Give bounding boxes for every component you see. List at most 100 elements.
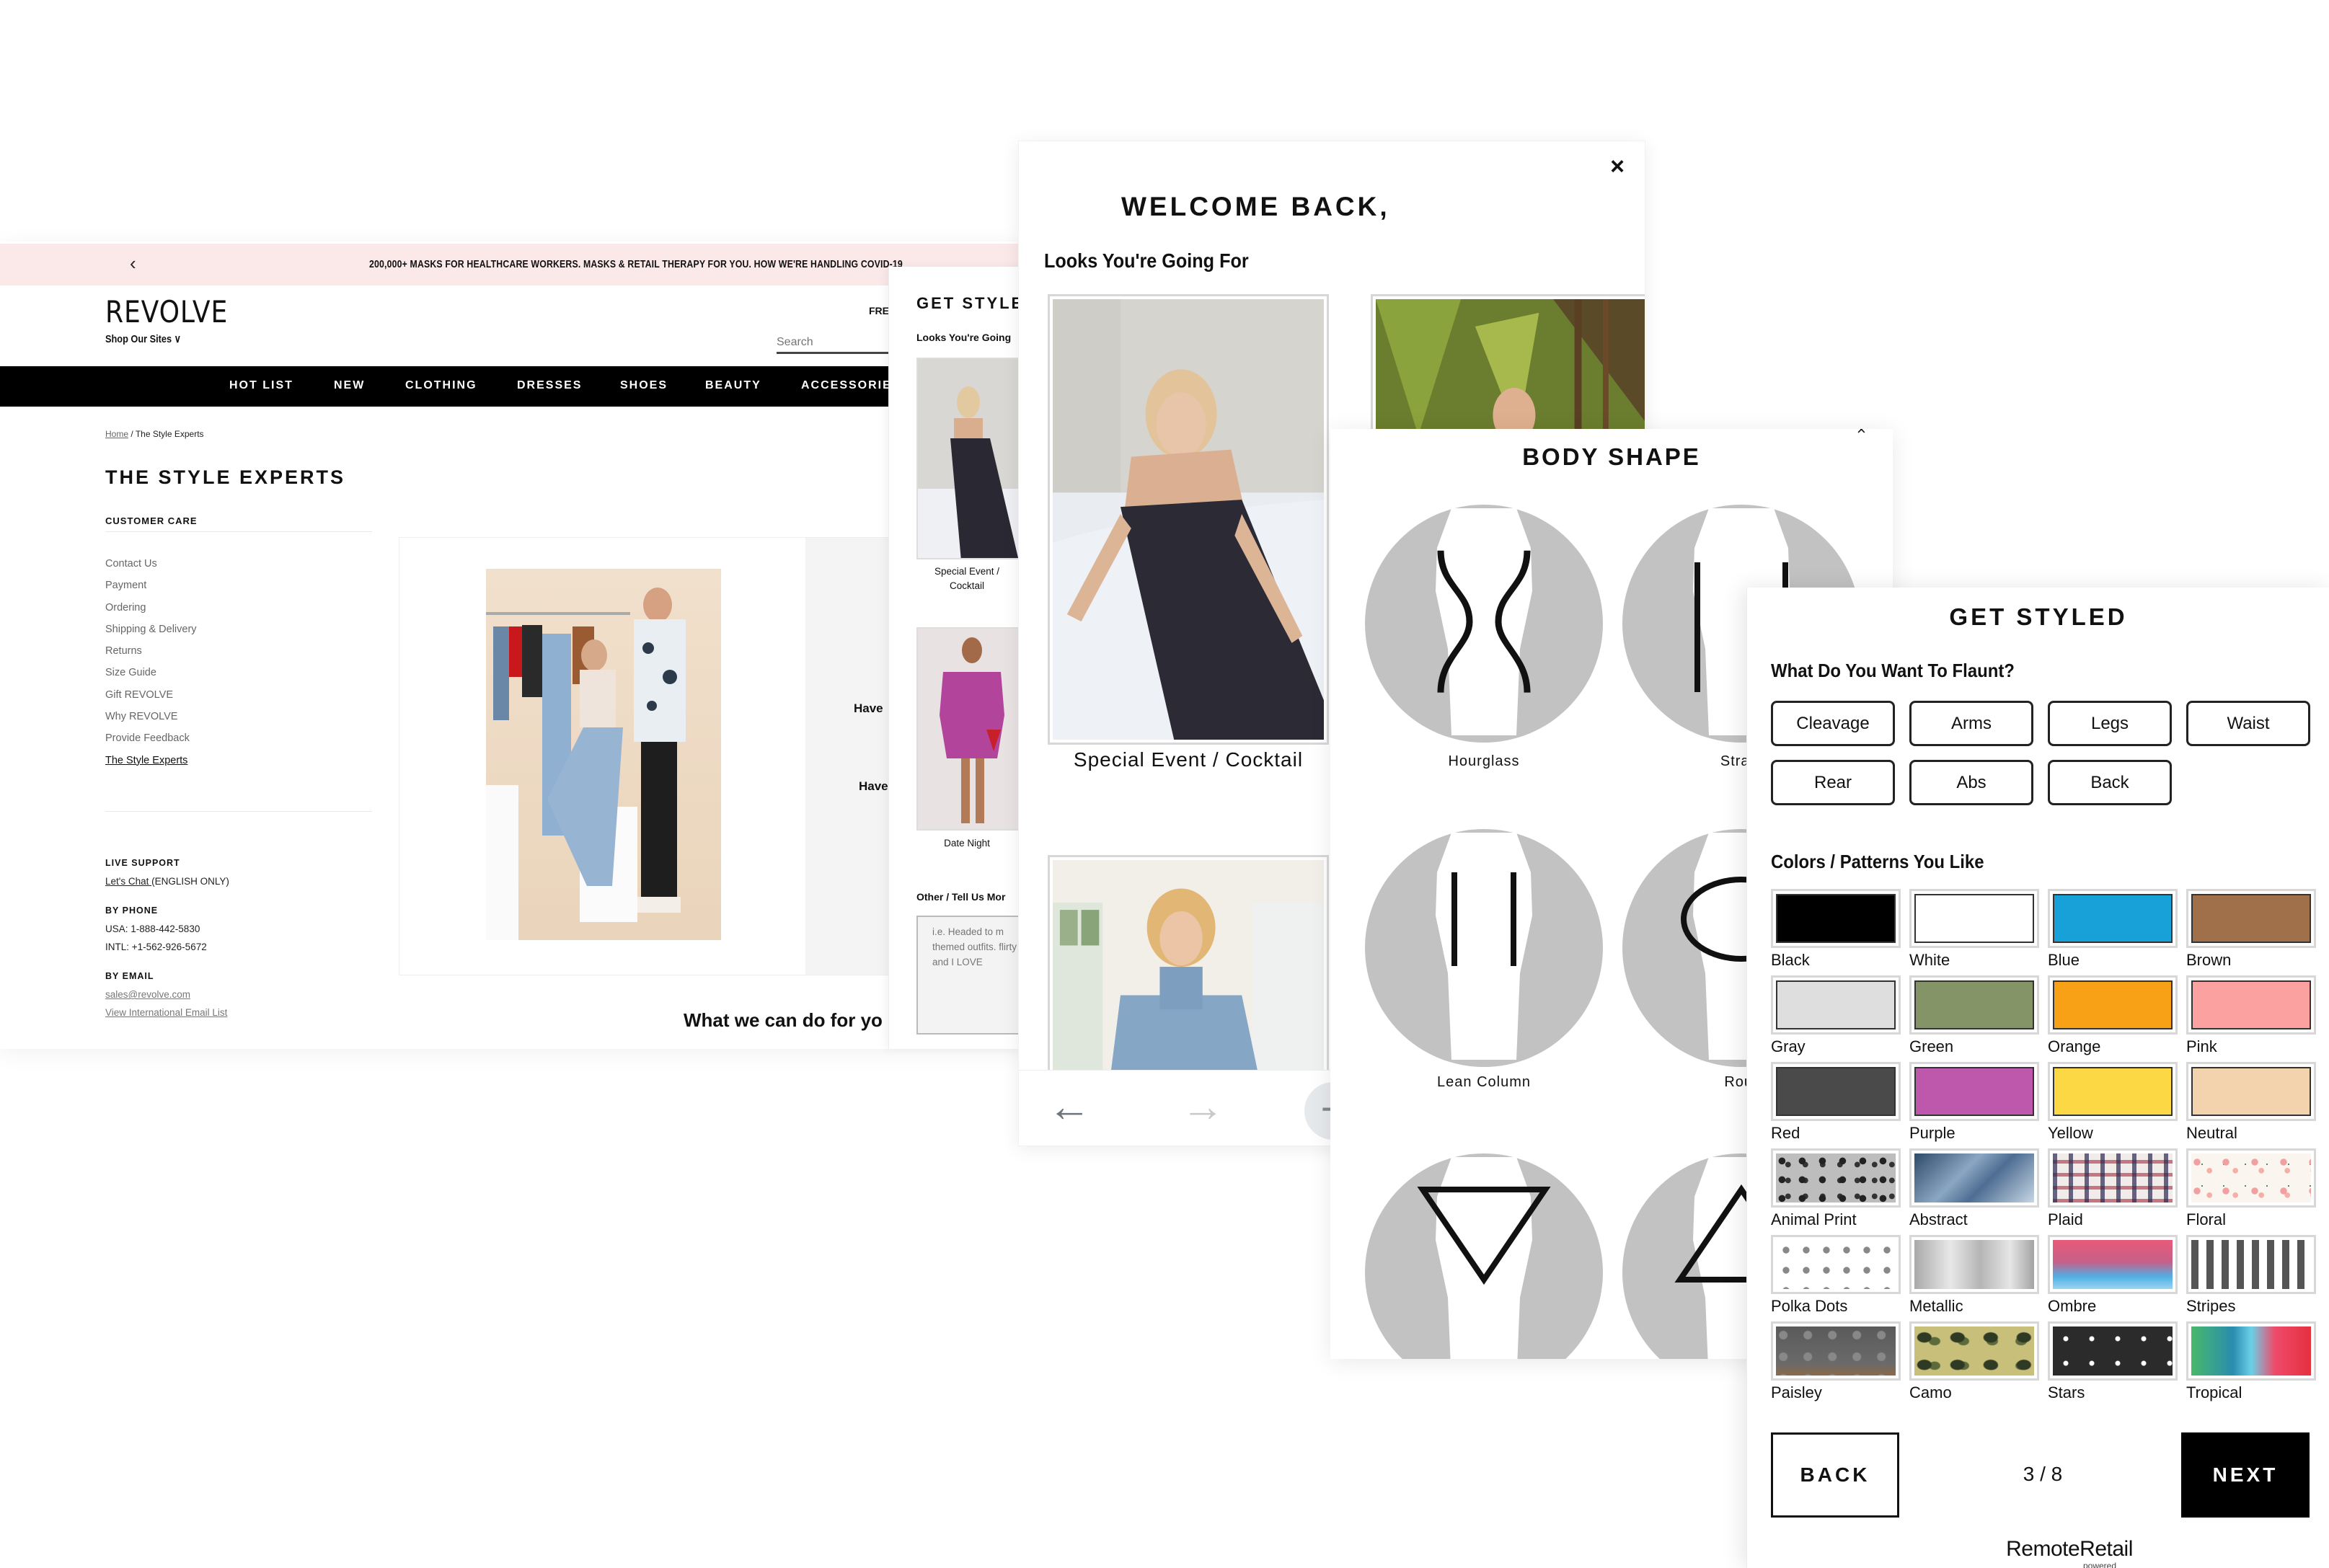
swatch-abstract[interactable]: Abstract — [1909, 1148, 2039, 1229]
flaunt-option-rear[interactable]: Rear — [1771, 760, 1895, 805]
sidebar-item-provide-feedback[interactable]: Provide Feedback — [105, 727, 197, 749]
swatch-blue[interactable]: Blue — [2048, 889, 2178, 970]
swatch-box[interactable] — [1909, 889, 2039, 948]
swatch-red[interactable]: Red — [1771, 1062, 1901, 1143]
arrow-left-icon[interactable]: ← — [1048, 1085, 1091, 1128]
swatch-paisley[interactable]: Paisley — [1771, 1321, 1901, 1402]
next-button[interactable]: NEXT — [2181, 1432, 2310, 1518]
swatch-animal-print[interactable]: Animal Print — [1771, 1148, 1901, 1229]
swatch-box[interactable] — [1771, 975, 1901, 1035]
close-icon[interactable]: × — [1610, 153, 1625, 181]
chat-note: (ENGLISH ONLY) — [151, 876, 229, 887]
chevron-left-icon[interactable]: ‹ — [130, 252, 136, 275]
promo-message[interactable]: 200,000+ MASKS FOR HEALTHCARE WORKERS. M… — [369, 258, 903, 270]
swatch-fill — [1914, 1153, 2034, 1202]
look-card-casual[interactable] — [1048, 855, 1329, 1086]
divider — [105, 811, 372, 812]
swatch-fill — [1776, 894, 1896, 943]
swatch-purple[interactable]: Purple — [1909, 1062, 2039, 1143]
swatch-neutral[interactable]: Neutral — [2186, 1062, 2316, 1143]
search-input[interactable] — [777, 332, 892, 354]
flaunt-option-arms[interactable]: Arms — [1909, 701, 2033, 746]
nav-shoes[interactable]: SHOES — [620, 379, 668, 392]
nav-hot-list[interactable]: HOT LIST — [229, 379, 293, 392]
close-icon[interactable]: × — [1857, 429, 1866, 439]
flaunt-option-waist[interactable]: Waist — [2186, 701, 2310, 746]
shop-our-sites-dropdown[interactable]: Shop Our Sites ∨ — [105, 332, 181, 345]
swatch-metallic[interactable]: Metallic — [1909, 1235, 2039, 1316]
arrow-right-icon[interactable]: → — [1181, 1085, 1224, 1128]
swatch-box[interactable] — [2048, 1321, 2178, 1381]
swatch-tropical[interactable]: Tropical — [2186, 1321, 2316, 1402]
swatch-box[interactable] — [1909, 975, 2039, 1035]
swatch-box[interactable] — [1909, 1148, 2039, 1208]
nav-beauty[interactable]: BEAUTY — [705, 379, 761, 392]
flaunt-option-back[interactable]: Back — [2048, 760, 2172, 805]
swatch-ombre[interactable]: Ombre — [2048, 1235, 2178, 1316]
swatch-pink[interactable]: Pink — [2186, 975, 2316, 1056]
body-shape-lean-column[interactable] — [1365, 829, 1603, 1067]
swatch-box[interactable] — [1909, 1235, 2039, 1294]
swatch-box[interactable] — [1771, 889, 1901, 948]
nav-new[interactable]: NEW — [334, 379, 365, 392]
swatch-brown[interactable]: Brown — [2186, 889, 2316, 970]
swatch-camo[interactable]: Camo — [1909, 1321, 2039, 1402]
swatch-box[interactable] — [1771, 1321, 1901, 1381]
nav-dresses[interactable]: DRESSES — [517, 379, 582, 392]
look-card-date-night[interactable] — [916, 627, 1025, 830]
lets-chat-link[interactable]: Let's Chat — [105, 876, 151, 887]
sidebar-item-contact-us[interactable]: Contact Us — [105, 553, 197, 575]
swatch-box[interactable] — [2186, 975, 2316, 1035]
swatch-gray[interactable]: Gray — [1771, 975, 1901, 1056]
swatch-stripes[interactable]: Stripes — [2186, 1235, 2316, 1316]
nav-accessories[interactable]: ACCESSORIES — [801, 379, 901, 392]
international-email-link[interactable]: View International Email List — [105, 1007, 227, 1018]
swatch-box[interactable] — [2186, 1062, 2316, 1121]
swatch-box[interactable] — [2186, 1321, 2316, 1381]
sidebar-item-why-revolve[interactable]: Why REVOLVE — [105, 706, 197, 727]
swatch-box[interactable] — [2186, 1235, 2316, 1294]
sidebar-item-payment[interactable]: Payment — [105, 575, 197, 596]
swatch-box[interactable] — [2186, 1148, 2316, 1208]
swatch-box[interactable] — [2048, 975, 2178, 1035]
swatch-box[interactable] — [2048, 1062, 2178, 1121]
sidebar-item-gift-revolve[interactable]: Gift REVOLVE — [105, 684, 197, 706]
swatch-box[interactable] — [2186, 889, 2316, 948]
swatch-floral[interactable]: Floral — [2186, 1148, 2316, 1229]
other-details-textarea[interactable] — [916, 916, 1025, 1035]
sidebar-item-returns[interactable]: Returns — [105, 640, 197, 662]
swatch-polka-dots[interactable]: Polka Dots — [1771, 1235, 1901, 1316]
swatch-box[interactable] — [1771, 1148, 1901, 1208]
swatch-box[interactable] — [1771, 1062, 1901, 1121]
body-shape-inverted-triangle[interactable] — [1365, 1153, 1603, 1359]
flaunt-option-legs[interactable]: Legs — [2048, 701, 2172, 746]
revolve-logo[interactable]: REVOLVE — [105, 294, 228, 329]
nav-clothing[interactable]: CLOTHING — [405, 379, 477, 392]
look-card-special-event[interactable] — [916, 358, 1025, 559]
flaunt-option-abs[interactable]: Abs — [1909, 760, 2033, 805]
swatch-orange[interactable]: Orange — [2048, 975, 2178, 1056]
sidebar-item-style-experts[interactable]: The Style Experts — [105, 750, 197, 771]
breadcrumb-home[interactable]: Home — [105, 429, 128, 439]
swatch-yellow[interactable]: Yellow — [2048, 1062, 2178, 1143]
swatch-box[interactable] — [1909, 1321, 2039, 1381]
sidebar-item-size-guide[interactable]: Size Guide — [105, 662, 197, 683]
sidebar-item-ordering[interactable]: Ordering — [105, 597, 197, 619]
swatch-green[interactable]: Green — [1909, 975, 2039, 1056]
swatch-stars[interactable]: Stars — [2048, 1321, 2178, 1402]
swatch-box[interactable] — [1771, 1235, 1901, 1294]
swatch-white[interactable]: White — [1909, 889, 2039, 970]
email-link[interactable]: sales@revolve.com — [105, 989, 190, 1000]
swatch-black[interactable]: Black — [1771, 889, 1901, 970]
back-button[interactable]: BACK — [1771, 1432, 1899, 1518]
look-card-special-event[interactable] — [1048, 294, 1329, 745]
swatch-label: Animal Print — [1771, 1210, 1857, 1228]
swatch-plaid[interactable]: Plaid — [2048, 1148, 2178, 1229]
swatch-box[interactable] — [2048, 1235, 2178, 1294]
swatch-box[interactable] — [2048, 1148, 2178, 1208]
swatch-box[interactable] — [1909, 1062, 2039, 1121]
flaunt-option-cleavage[interactable]: Cleavage — [1771, 701, 1895, 746]
swatch-box[interactable] — [2048, 889, 2178, 948]
sidebar-item-shipping[interactable]: Shipping & Delivery — [105, 619, 197, 640]
body-shape-hourglass[interactable] — [1365, 505, 1603, 743]
